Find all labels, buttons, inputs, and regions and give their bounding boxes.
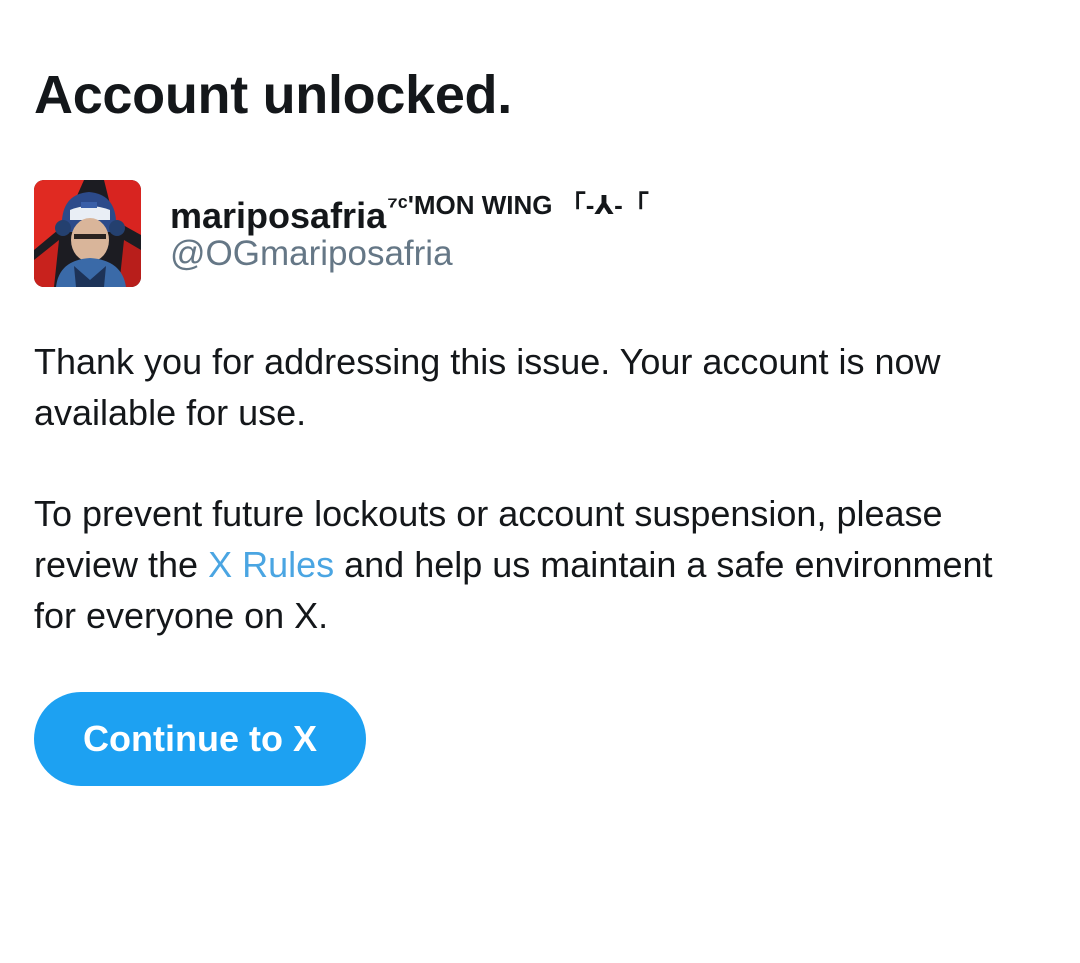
rules-message: To prevent future lockouts or account su… [34,488,1044,641]
continue-button[interactable]: Continue to X [34,692,366,786]
account-handle: @OGmariposafria [170,234,453,273]
display-name-suffix: ⁷ᶜ'MON WING 「-⅄-「 [387,190,649,220]
page-title: Account unlocked. [34,65,512,125]
display-name-text: mariposafria [170,195,387,236]
account-profile: mariposafria⁷ᶜ'MON WING 「-⅄-「 @OGmaripos… [34,180,1034,288]
display-name: mariposafria⁷ᶜ'MON WING 「-⅄-「 [170,182,649,239]
x-rules-link[interactable]: X Rules [208,544,334,585]
avatar [34,180,141,287]
unlock-message: Thank you for addressing this issue. You… [34,341,941,433]
